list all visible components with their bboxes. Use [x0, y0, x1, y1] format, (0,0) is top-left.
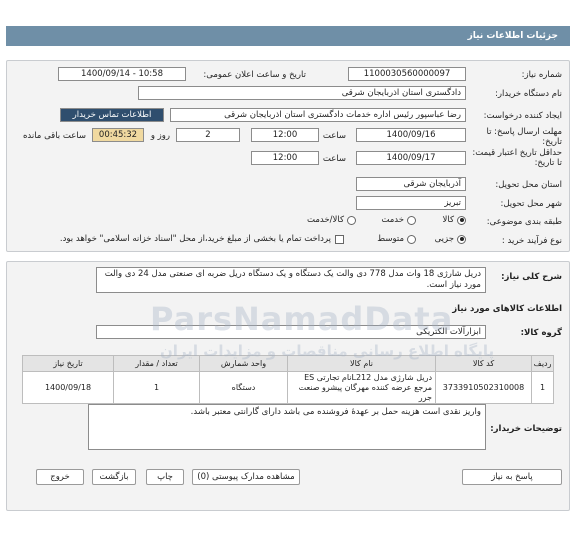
announce-field: 1400/09/14 - 10:58 [58, 67, 186, 81]
goods-section-title: اطلاعات کالاهای مورد نیاز [452, 304, 562, 314]
reply-button[interactable]: پاسخ به نیاز [462, 469, 562, 485]
treasury-payment-checkbox[interactable]: پرداخت تمام یا بخشی از مبلغ خرید،از محل … [60, 234, 344, 244]
page-title: جزئیات اطلاعات نیاز [6, 26, 570, 46]
goods-table-wrapper: ردیف کد کالا نام کالا واحد شمارش تعداد /… [22, 355, 554, 404]
cell-row: 1 [531, 371, 554, 404]
col-unit-header: واحد شمارش [199, 355, 288, 372]
category-option-goods[interactable]: کالا [443, 215, 466, 225]
category-label: طبقه بندی موضوعی: [486, 217, 562, 227]
back-button[interactable]: بازگشت [92, 469, 136, 485]
col-code-header: کد کالا [435, 355, 532, 372]
radio-empty-icon[interactable] [347, 215, 356, 225]
col-name-header: نام کالا [287, 355, 436, 372]
summary-text: دریل شارژی 18 وات مدل 778 دی والت یک دست… [96, 267, 486, 293]
province-field: آذربایجان شرقی [356, 177, 466, 191]
announce-label: تاریخ و ساعت اعلان عمومی: [203, 70, 306, 80]
buyer-org-field: دادگستری استان اذربایجان شرقی [138, 86, 466, 100]
goods-table-header: ردیف کد کالا نام کالا واحد شمارش تعداد /… [22, 355, 554, 372]
radio-selected-icon[interactable] [457, 215, 466, 225]
buyer-notes-text: واریز نقدی است هزینه حمل بر عهدهٔ فروشند… [88, 404, 486, 450]
cell-name: دریل شارژی مدل L212نام تجارتی ES مرجع عر… [287, 371, 436, 404]
cell-code: 3733910502310008 [435, 371, 532, 404]
contact-buyer-link[interactable]: اطلاعات تماس خریدار [60, 108, 164, 122]
province-label: استان محل تحویل: [495, 180, 562, 190]
process-option-medium-label: متوسط [377, 234, 404, 244]
attachments-button[interactable]: مشاهده مدارک پیوستی (0) [192, 469, 300, 485]
deadline-time-label: ساعت [322, 131, 346, 141]
goods-group-field: ابزارآلات الکتریکی [96, 325, 486, 339]
buyer-org-label: نام دستگاه خریدار: [495, 89, 562, 99]
col-row-header: ردیف [531, 355, 554, 372]
category-option-goods-service-label: کالا/خدمت [307, 215, 344, 225]
exit-button[interactable]: خروج [36, 469, 84, 485]
days-label: روز و [150, 131, 170, 141]
summary-label: شرح کلی نیاز: [501, 272, 562, 282]
cell-date: 1400/09/18 [22, 371, 114, 404]
process-option-minor-label: جزیی [434, 234, 454, 244]
cell-qty: 1 [113, 371, 200, 404]
process-label: نوع فرآیند خرید : [501, 236, 562, 246]
need-number-label: شماره نیاز: [521, 70, 562, 80]
category-option-goods-label: کالا [442, 215, 454, 225]
checkbox-icon[interactable] [335, 234, 344, 244]
remaining-time-field: 00:45:32 [92, 128, 144, 142]
radio-empty-icon[interactable] [407, 234, 416, 244]
process-option-minor[interactable]: جزیی [435, 234, 466, 244]
remaining-time-label: ساعت باقی مانده [22, 131, 86, 141]
cell-unit: دستگاه [199, 371, 288, 404]
deadline-time-field: 12:00 [251, 128, 319, 142]
need-number-field: 1100030560000097 [348, 67, 466, 81]
radio-empty-icon[interactable] [407, 215, 416, 225]
col-qty-header: تعداد / مقدار [113, 355, 200, 372]
goods-group-label: گروه کالا: [520, 328, 562, 338]
treasury-payment-label: پرداخت تمام یا بخشی از مبلغ خرید،از محل … [59, 234, 331, 244]
validity-date-field: 1400/09/17 [356, 151, 466, 165]
category-option-service[interactable]: خدمت [381, 215, 416, 225]
creator-field: رضا عباسپور رئیس اداره خدمات دادگستری اس… [170, 108, 466, 122]
validity-time-field: 12:00 [251, 151, 319, 165]
table-row: 1 3733910502310008 دریل شارژی مدل L212نا… [22, 371, 554, 404]
validity-label: حداقل تاریخ اعتبار قیمت: تا تاریخ: [472, 148, 562, 168]
category-option-service-label: خدمت [381, 215, 404, 225]
validity-time-label: ساعت [322, 154, 346, 164]
city-label: شهر محل تحویل: [500, 199, 562, 209]
buyer-notes-label: توضیحات خریدار: [490, 424, 562, 434]
city-field: تبریز [356, 196, 466, 210]
process-option-medium[interactable]: متوسط [377, 234, 416, 244]
deadline-date-field: 1400/09/16 [356, 128, 466, 142]
category-option-goods-service[interactable]: کالا/خدمت [307, 215, 356, 225]
deadline-label: مهلت ارسال پاسخ: تا تاریخ: [486, 127, 562, 147]
radio-selected-icon[interactable] [457, 234, 466, 244]
col-date-header: تاریخ نیاز [22, 355, 114, 372]
creator-label: ایجاد کننده درخواست: [483, 111, 562, 121]
print-button[interactable]: چاپ [146, 469, 184, 485]
days-remaining-field: 2 [176, 128, 240, 142]
goods-table: ردیف کد کالا نام کالا واحد شمارش تعداد /… [22, 355, 554, 404]
